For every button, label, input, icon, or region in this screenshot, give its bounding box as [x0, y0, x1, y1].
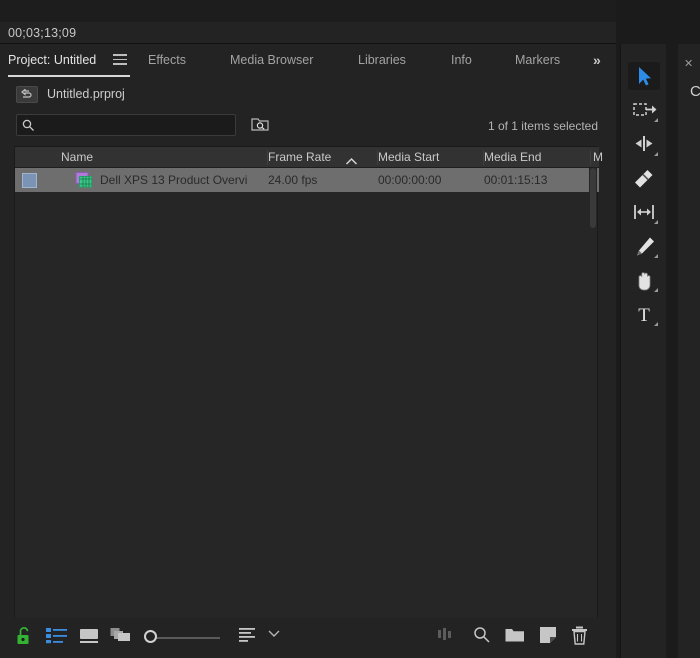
- find-in-project-icon[interactable]: [250, 115, 270, 134]
- column-divider[interactable]: [483, 150, 484, 165]
- tool-flyout-indicator[interactable]: [654, 322, 658, 326]
- selection-status-label: 1 of 1 items selected: [487, 119, 598, 133]
- clip-color-swatch[interactable]: [22, 173, 37, 188]
- column-header-media-end[interactable]: Media End: [484, 147, 541, 168]
- project-item-list[interactable]: Name Frame Rate Media Start Media End M: [14, 146, 603, 658]
- selection-tool[interactable]: [628, 62, 660, 90]
- new-bin-icon[interactable]: [505, 626, 525, 648]
- column-header-media-start[interactable]: Media Start: [378, 147, 439, 168]
- tab-libraries[interactable]: Libraries: [358, 44, 406, 78]
- slip-tool[interactable]: [628, 198, 660, 226]
- sort-icon[interactable]: [239, 626, 257, 648]
- active-tab-underline: [8, 75, 130, 77]
- tool-flyout-indicator[interactable]: [654, 220, 658, 224]
- tool-flyout-indicator[interactable]: [654, 118, 658, 122]
- freeform-view-icon[interactable]: [110, 626, 134, 648]
- close-icon[interactable]: ✕: [684, 59, 693, 70]
- project-name-label[interactable]: Untitled.prproj: [47, 85, 125, 103]
- tab-markers[interactable]: Markers: [515, 44, 560, 78]
- pen-tool[interactable]: [628, 232, 660, 260]
- tab-media-browser[interactable]: Media Browser: [230, 44, 313, 78]
- vertical-scrollbar-thumb[interactable]: [590, 168, 596, 228]
- right-panel-partial-text: C: [690, 83, 700, 100]
- vertical-scrollbar[interactable]: [589, 168, 597, 348]
- tools-panel: T: [620, 44, 666, 658]
- table-row[interactable]: Dell XPS 13 Product Overvi 24.00 fps 00:…: [15, 168, 599, 192]
- search-input[interactable]: [41, 115, 231, 135]
- razor-tool[interactable]: [628, 164, 660, 192]
- chevron-down-icon[interactable]: [267, 626, 281, 648]
- column-header-truncated[interactable]: M: [593, 147, 603, 168]
- delete-icon[interactable]: [571, 626, 588, 648]
- navigate-up-icon[interactable]: [16, 86, 38, 103]
- tool-flyout-indicator[interactable]: [654, 254, 658, 258]
- column-header-row: Name Frame Rate Media Start Media End M: [15, 147, 603, 168]
- cell-frame-rate: 24.00 fps: [268, 173, 318, 187]
- breadcrumb: Untitled.prproj: [0, 78, 616, 110]
- svg-text:T: T: [638, 305, 650, 326]
- icon-view-icon[interactable]: [79, 626, 99, 648]
- column-divider[interactable]: [377, 150, 378, 165]
- tab-effects[interactable]: Effects: [148, 44, 186, 78]
- tab-overflow-button[interactable]: »: [593, 44, 601, 78]
- project-panel: Untitled.prproj 1 of 1 items selected Na…: [0, 78, 616, 658]
- column-divider[interactable]: [590, 150, 591, 165]
- hand-tool[interactable]: [628, 266, 660, 294]
- column-header-frame-rate[interactable]: Frame Rate: [268, 147, 331, 168]
- timecode-strip: 00;03;13;09: [0, 0, 616, 44]
- tool-flyout-indicator[interactable]: [654, 288, 658, 292]
- project-panel-toolbar: [0, 618, 616, 658]
- timecode-display[interactable]: 00;03;13;09: [8, 22, 76, 44]
- search-row: 1 of 1 items selected: [0, 110, 616, 142]
- video-clip-icon: [75, 172, 93, 188]
- zoom-slider-knob[interactable]: [144, 630, 157, 643]
- premiere-pro-window: 00;03;13;09 Project: Untitled Effects Me…: [0, 0, 700, 658]
- column-divider[interactable]: [267, 150, 268, 165]
- new-item-icon[interactable]: [539, 626, 557, 648]
- lock-bin-icon[interactable]: [16, 626, 32, 648]
- tab-info[interactable]: Info: [451, 44, 472, 78]
- type-tool[interactable]: T: [628, 300, 660, 328]
- cell-media-end: 00:01:15:13: [484, 173, 548, 187]
- track-select-forward-tool[interactable]: [628, 96, 660, 124]
- column-header-name[interactable]: Name: [61, 147, 93, 168]
- search-icon: [22, 119, 35, 137]
- cell-name: Dell XPS 13 Product Overvi: [100, 173, 248, 187]
- tool-flyout-indicator[interactable]: [654, 152, 658, 156]
- hamburger-menu-icon[interactable]: [113, 54, 127, 66]
- cell-media-start: 00:00:00:00: [378, 173, 442, 187]
- zoom-slider-track: [154, 637, 220, 639]
- tab-project[interactable]: Project: Untitled: [8, 44, 96, 78]
- ripple-edit-tool[interactable]: [628, 130, 660, 158]
- search-box[interactable]: [16, 114, 236, 136]
- zoom-slider[interactable]: [144, 630, 220, 643]
- panel-tab-bar: Project: Untitled Effects Media Browser …: [0, 44, 616, 78]
- find-icon[interactable]: [473, 626, 491, 648]
- right-partial-panel: [678, 44, 700, 658]
- list-view-icon[interactable]: [46, 626, 68, 648]
- timecode-strip-upper: [0, 0, 616, 22]
- filter-bin-content-icon[interactable]: [438, 626, 456, 648]
